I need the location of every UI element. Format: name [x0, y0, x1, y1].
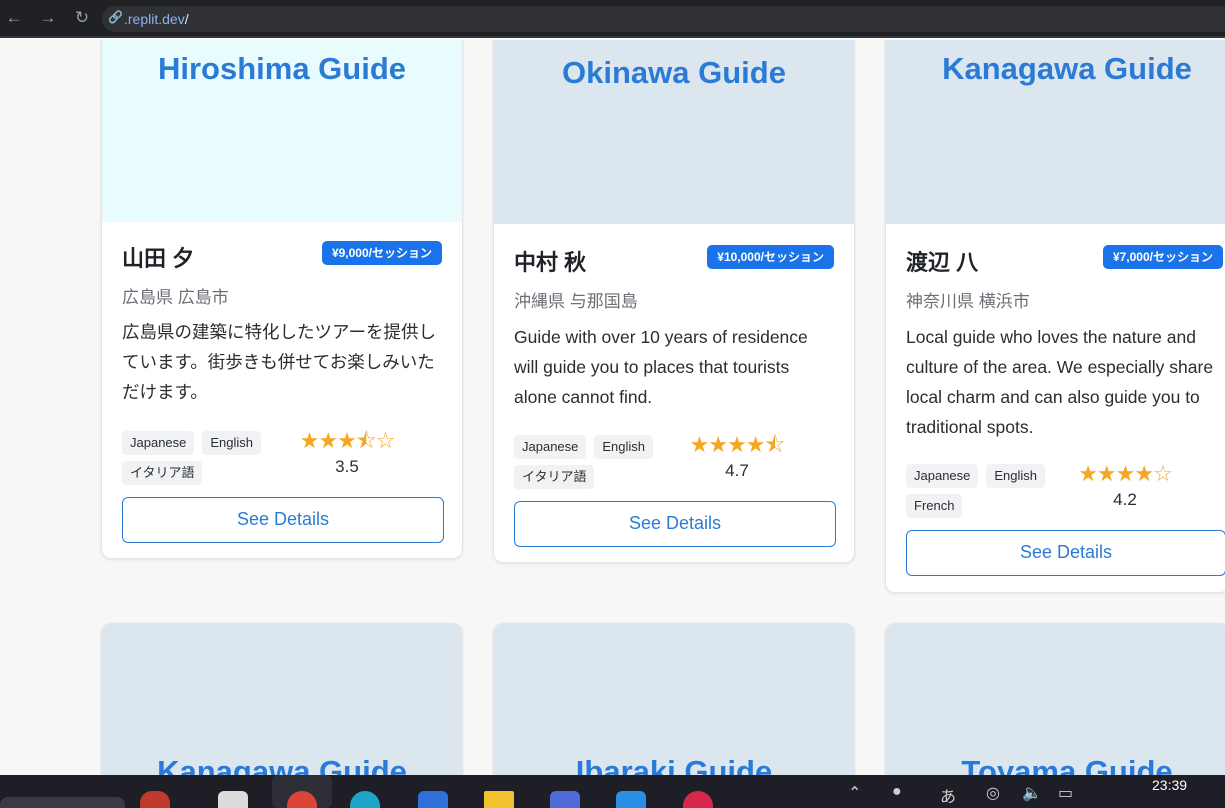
app-icon[interactable]	[550, 791, 580, 808]
price-badge: ¥10,000/セッション	[707, 245, 834, 269]
guide-card: Toyama Guide	[885, 623, 1225, 775]
volume-icon[interactable]: 🔈	[1022, 783, 1042, 803]
language-tag: English	[594, 435, 654, 459]
rating: ★★★★⯪ 4.7	[682, 433, 792, 481]
card-title: Ibaraki Guide	[575, 754, 773, 775]
price-badge: ¥9,000/セッション	[321, 241, 442, 265]
guide-name: 渡辺 八	[906, 250, 979, 275]
vscode-icon[interactable]	[616, 791, 646, 808]
search-box[interactable]	[0, 797, 125, 808]
guide-location: 神奈川県 横浜市	[906, 292, 1030, 311]
wifi-icon[interactable]: ◎	[986, 783, 1000, 803]
guide-location: 沖縄県 与那国島	[514, 292, 638, 311]
language-tag: Japanese	[906, 464, 979, 488]
app-icon[interactable]	[140, 791, 170, 808]
guide-location: 広島県 広島市	[122, 288, 229, 307]
language-tag: Japanese	[122, 431, 195, 455]
language-tag: イタリア語	[122, 461, 203, 485]
language-tags: Japanese English イタリア語	[514, 435, 704, 489]
language-tags: Japanese English イタリア語	[122, 431, 312, 485]
language-tags: Japanese English French	[906, 464, 1096, 518]
card-title: Okinawa Guide	[562, 55, 786, 90]
copilot-icon[interactable]	[418, 791, 448, 808]
see-details-button[interactable]: See Details	[906, 530, 1225, 576]
card-title: Kanagawa Guide	[942, 51, 1192, 86]
card-image	[886, 624, 1225, 775]
chevron-up-icon[interactable]: ⌃	[848, 783, 861, 803]
arrow-left-icon[interactable]: ←	[4, 8, 24, 28]
star-rating-icon: ★★★★⯪	[689, 432, 786, 457]
rating-value: 4.7	[725, 461, 749, 480]
clock[interactable]: 23:39	[1152, 777, 1187, 793]
guide-card: Okinawa Guide 中村 秋 ¥10,000/セッション 沖縄県 与那国…	[493, 40, 855, 563]
guide-card: Hiroshima Guide 山田 夕 ¥9,000/セッション 広島県 広島…	[101, 40, 463, 559]
language-tag: French	[906, 494, 963, 518]
battery-icon[interactable]: ▭	[1058, 783, 1073, 803]
ime-icon[interactable]: あ	[940, 783, 956, 807]
guide-name: 中村 秋	[514, 250, 587, 275]
rating: ★★★⯪☆ 3.5	[292, 429, 402, 477]
guide-card: Kanagawa Guide	[101, 623, 463, 775]
star-rating-icon: ★★★⯪☆	[299, 428, 396, 453]
guide-name: 山田 夕	[122, 246, 195, 271]
guide-description: Guide with over 10 years of residence wi…	[514, 327, 808, 407]
reload-icon[interactable]: ↻	[72, 8, 92, 28]
price-badge: ¥7,000/セッション	[1102, 245, 1223, 269]
language-tag: English	[986, 464, 1046, 488]
guide-description: 広島県の建築に特化したツアーを提供しています。街歩きも併せてお楽しみいただけます…	[122, 322, 436, 402]
address-bar[interactable]: 🔗 .replit.dev/	[102, 6, 1225, 32]
page-content: Hiroshima Guide 山田 夕 ¥9,000/セッション 広島県 広島…	[0, 40, 1225, 775]
notepad-icon[interactable]	[218, 791, 248, 808]
card-image	[494, 624, 854, 775]
app-icon[interactable]	[683, 791, 713, 808]
taskbar: ⌃ ● あ ◎ 🔈 ▭ 23:39	[0, 775, 1225, 808]
star-rating-icon: ★★★★☆	[1078, 461, 1173, 486]
guide-card: Kanagawa Guide 渡辺 八 ¥7,000/セッション 神奈川県 横浜…	[885, 40, 1225, 593]
edge-icon[interactable]	[350, 791, 380, 808]
guide-description: Local guide who loves the nature and cul…	[906, 327, 1214, 437]
rating-value: 4.2	[1113, 490, 1137, 509]
see-details-button[interactable]: See Details	[514, 501, 836, 547]
card-title: Kanagawa Guide	[157, 754, 407, 775]
guide-card: Ibaraki Guide	[493, 623, 855, 775]
link-icon: 🔗	[108, 10, 123, 24]
arrow-right-icon[interactable]: →	[38, 8, 58, 28]
card-title: Hiroshima Guide	[157, 51, 407, 86]
folder-icon[interactable]	[484, 791, 514, 808]
browser-toolbar: ← → ↻ 🔗 .replit.dev/	[0, 0, 1225, 38]
dot-icon[interactable]: ●	[892, 783, 902, 801]
rating-value: 3.5	[335, 457, 359, 476]
language-tag: イタリア語	[514, 465, 595, 489]
card-title: Toyama Guide	[961, 754, 1173, 775]
rating: ★★★★☆ 4.2	[1070, 462, 1180, 510]
url-text: .replit.dev/	[124, 11, 189, 27]
see-details-button[interactable]: See Details	[122, 497, 444, 543]
card-image	[102, 624, 462, 775]
language-tag: Japanese	[514, 435, 587, 459]
language-tag: English	[202, 431, 262, 455]
